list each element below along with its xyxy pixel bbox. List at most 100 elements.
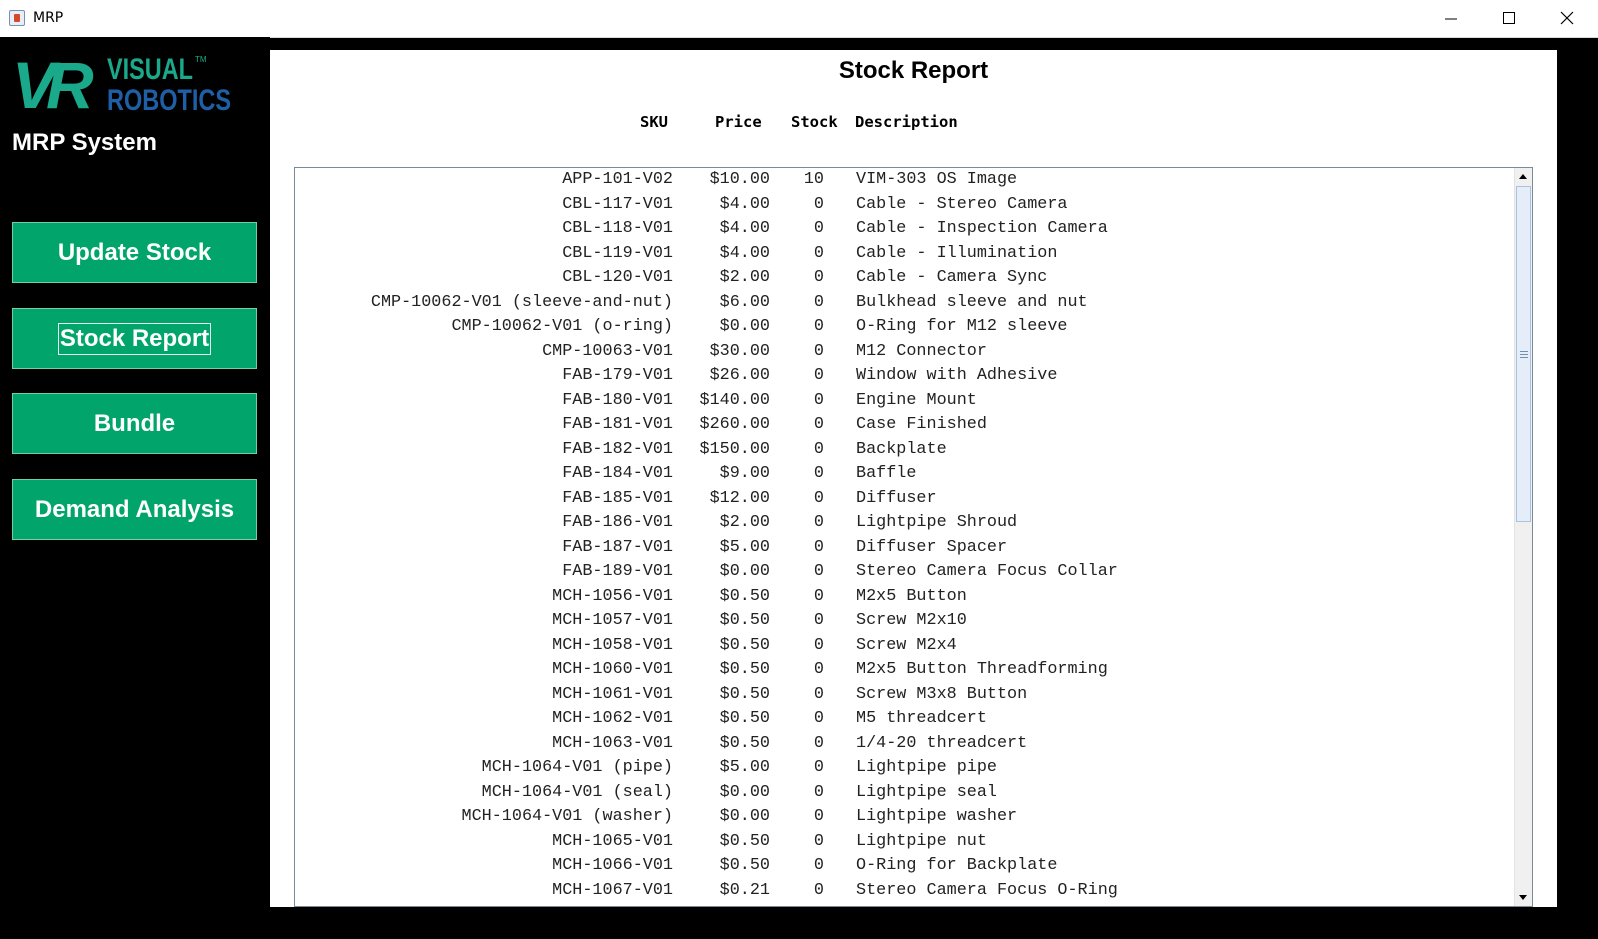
row-stock: 0 [813,415,824,434]
bundle-button[interactable]: Bundle [12,393,257,454]
table-row[interactable]: FAB-189-V01 $0.00 0 Stereo Camera Focus Col… [295,560,1514,585]
table-row[interactable]: FAB-184-V01 $9.00 0 Baffle [295,462,1514,487]
row-sku: MCH-1058-V01 [552,635,673,655]
row-description: M5 threadcert [856,709,987,728]
table-row[interactable]: MCH-1057-V01 $0.50 0 Screw M2x10 [295,609,1514,634]
table-row[interactable]: MCH-1065-V01 $0.50 0 Lightpipe nut [295,830,1514,855]
table-row[interactable]: MCH-1060-V01 $0.50 0 M2x5 Button Threadform… [295,658,1514,683]
row-description: Baffle [856,464,917,483]
close-button[interactable] [1539,0,1597,37]
minimize-icon [1445,18,1457,20]
row-sku: MCH-1063-V01 [552,733,673,753]
row-price: $140.00 [699,390,771,410]
row-price: $0.00 [719,807,770,826]
row-price: $4.00 [719,243,770,263]
header-description: Description [855,113,958,131]
table-row[interactable]: MCH-1062-V01 $0.50 0 M5 threadcert [295,707,1514,732]
row-price: $150.00 [699,439,771,459]
vertical-scrollbar[interactable] [1514,168,1532,906]
row-stock: 0 [813,366,824,385]
table-row[interactable]: FAB-182-V01 $150.00 0 Backplate [295,438,1514,463]
window-title: MRP [33,10,64,26]
row-price: $0.50 [719,709,770,728]
row-description: Engine Mount [856,390,977,410]
row-price: $2.00 [719,268,770,287]
table-row[interactable]: MCH-1066-V01 $0.50 0 O-Ring for Backplate [295,854,1514,879]
table-row[interactable]: MCH-1064-V01 (washer) $0.00 0 Lightpipe was… [295,805,1514,830]
scroll-thumb[interactable] [1516,186,1531,522]
row-price: $0.00 [719,317,770,336]
table-row[interactable]: MCH-1056-V01 $0.50 0 M2x5 Button [295,585,1514,610]
row-stock: 0 [813,464,824,483]
row-price: $260.00 [699,415,771,434]
table-row[interactable]: MCH-1064-V01 (seal) $0.00 0 Lightpipe seal [295,781,1514,806]
row-description: Screw M3x8 Button [856,684,1028,704]
row-sku: APP-101-V02 [562,170,673,189]
table-row[interactable]: CBL-119-V01 $4.00 0 Cable - Illumination [295,242,1514,267]
row-description: Stereo Camera Focus Collar [856,562,1118,581]
table-row[interactable]: CMP-10062-V01 (o-ring) $0.00 0 O-Ring for M… [295,315,1514,340]
row-sku: CMP-10062-V01 (sleeve-and-nut) [370,292,673,312]
scroll-down-arrow-icon[interactable] [1515,889,1532,906]
row-price: $0.50 [719,684,770,704]
row-description: M2x5 Button [856,586,967,606]
table-row[interactable]: CBL-117-V01 $4.00 0 Cable - Stereo Camera [295,193,1514,218]
update-stock-button[interactable]: Update Stock [12,222,257,283]
maximize-icon [1503,12,1515,24]
logo-word-bottom: ROBOTICS [107,84,231,112]
table-row[interactable]: CMP-10063-V01 $30.00 0 M12 Connector [295,340,1514,365]
row-description: Screw M2x4 [856,635,957,655]
row-description: Screw M2x10 [856,611,967,630]
table-row[interactable]: MCH-1061-V01 $0.50 0 Screw M3x8 Button [295,683,1514,708]
row-price: $0.50 [719,733,770,753]
table-row[interactable]: FAB-180-V01 $140.00 0 Engine Mount [295,389,1514,414]
table-row[interactable]: MCH-1063-V01 $0.50 0 1/4-20 threadcert [295,732,1514,757]
row-description: M2x5 Button Threadforming [856,660,1108,679]
table-row[interactable]: APP-101-V02 $10.00 10 VIM-303 OS Image [295,168,1514,193]
row-price: $0.50 [719,831,770,851]
table-row[interactable]: FAB-181-V01 $260.00 0 Case Finished [295,413,1514,438]
stock-list[interactable]: APP-101-V02 $10.00 10 VIM-303 OS Image CBL-1… [294,167,1533,907]
table-row[interactable]: FAB-179-V01 $26.00 0 Window with Adhesive [295,364,1514,389]
row-description: Diffuser [856,488,937,508]
row-sku: MCH-1061-V01 [552,684,673,704]
row-stock: 0 [813,635,824,655]
row-price: $30.00 [709,341,770,361]
row-sku: MCH-1064-V01 (washer) [461,807,673,826]
row-stock: 0 [813,831,824,851]
demand-analysis-button[interactable]: Demand Analysis [12,479,257,540]
table-row[interactable]: CBL-120-V01 $2.00 0 Cable - Camera Sync [295,266,1514,291]
header-sku: SKU [640,113,668,131]
table-row[interactable]: FAB-187-V01 $5.00 0 Diffuser Spacer [295,536,1514,561]
header-price: Price [715,113,762,131]
row-sku: MCH-1056-V01 [552,586,673,606]
row-stock: 0 [813,880,824,900]
thumb-grip [1520,351,1528,352]
row-price: $6.00 [719,292,770,312]
row-description: Case Finished [856,415,987,434]
row-price: $0.00 [719,562,770,581]
header-stock: Stock [791,113,838,131]
table-row[interactable]: CMP-10062-V01 (sleeve-and-nut) $6.00 0 Bulk… [295,291,1514,316]
row-stock: 0 [813,317,824,336]
minimize-button[interactable] [1423,0,1481,37]
row-price: $12.00 [709,488,770,508]
update-stock-label: Update Stock [57,238,212,266]
row-description: 1/4-20 threadcert [856,733,1028,753]
row-sku: MCH-1066-V01 [552,856,673,875]
row-stock: 0 [813,611,824,630]
maximize-button[interactable] [1481,0,1539,37]
stock-report-button[interactable]: Stock Report [12,308,257,369]
table-row[interactable]: MCH-1064-V01 (pipe) $5.00 0 Lightpipe pipe [295,756,1514,781]
table-row[interactable]: FAB-186-V01 $2.00 0 Lightpipe Shroud [295,511,1514,536]
table-row[interactable]: MCH-1058-V01 $0.50 0 Screw M2x4 [295,634,1514,659]
row-sku: FAB-184-V01 [562,464,673,483]
row-stock: 0 [813,660,824,679]
scroll-up-arrow-icon[interactable] [1515,168,1532,185]
row-sku: CMP-10062-V01 (o-ring) [451,317,673,336]
report-panel: Stock Report SKU Price Stock Description… [270,50,1557,907]
table-row[interactable]: MCH-1067-V01 $0.21 0 Stereo Camera Focus O-… [295,879,1514,904]
table-row[interactable]: FAB-185-V01 $12.00 0 Diffuser [295,487,1514,512]
stock-rows: APP-101-V02 $10.00 10 VIM-303 OS Image CBL-1… [295,168,1514,903]
table-row[interactable]: CBL-118-V01 $4.00 0 Cable - Inspection Came… [295,217,1514,242]
